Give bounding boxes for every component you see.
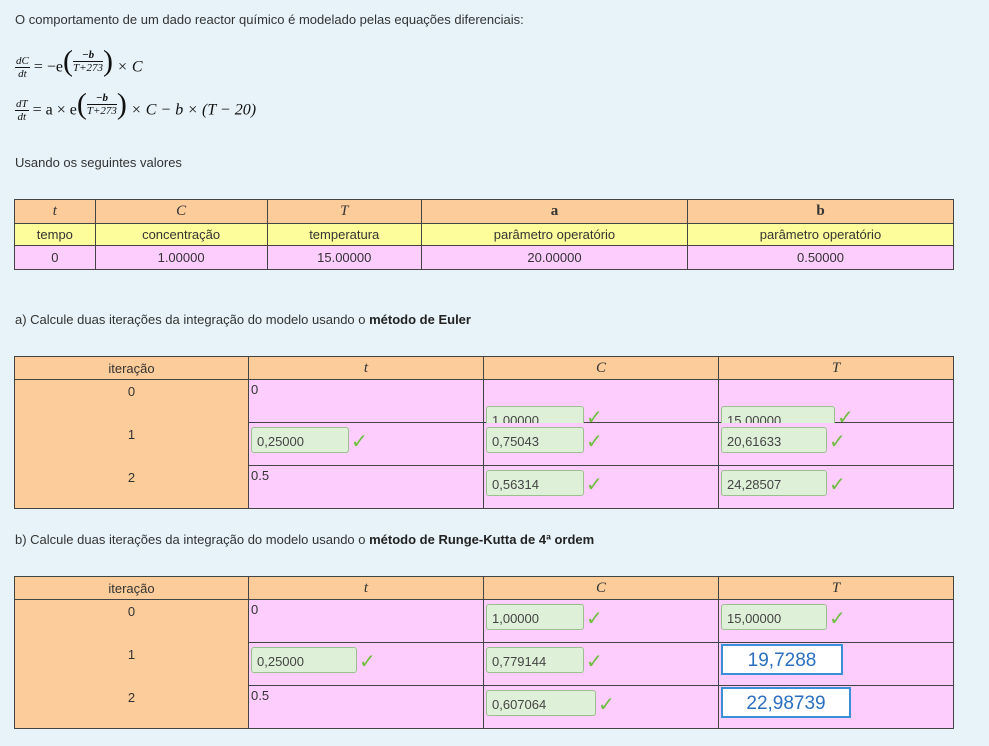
- equation-dc-dt: dC dt = −e(−b T+273) × C: [15, 45, 143, 80]
- iteration-header: iteração: [14, 576, 249, 600]
- param-value: 20.00000: [420, 245, 688, 270]
- T-answer-input[interactable]: 15,00000: [721, 604, 827, 630]
- check-icon: ✓: [829, 431, 846, 453]
- t-answer-input[interactable]: 0,25000: [251, 427, 349, 453]
- iteration-number: 0: [14, 379, 249, 423]
- param-value: 0: [14, 245, 96, 270]
- part-a-prompt: a) Calcule duas iterações da integração …: [15, 312, 471, 327]
- T-cell: 19,7288: [718, 642, 954, 686]
- c-header: C: [483, 576, 719, 600]
- iteration-number: 1: [14, 642, 249, 686]
- t-cell: 0.5: [248, 465, 484, 509]
- c-answer-input[interactable]: 0,75043: [486, 427, 584, 453]
- c-answer-input[interactable]: 0,607064: [486, 690, 596, 716]
- param-symbol: a: [420, 199, 688, 224]
- check-icon: ✓: [586, 474, 603, 496]
- param-name: tempo: [14, 223, 96, 246]
- t-cell: 0,25000 ✓: [248, 642, 484, 686]
- param-value: 15.00000: [266, 245, 422, 270]
- iteration-number: 0: [14, 599, 249, 643]
- T-header: T: [718, 576, 954, 600]
- iteration-header: iteração: [14, 356, 249, 380]
- T-cell: 15,00000 ✓: [718, 379, 954, 432]
- equation-dt-dt: dT dt = a × e(−b T+273) × C − b × (T − 20): [15, 88, 257, 123]
- param-value: 1.00000: [94, 245, 268, 270]
- param-symbol: C: [94, 199, 268, 224]
- check-icon: ✓: [598, 694, 615, 716]
- T-header: T: [718, 356, 954, 380]
- param-symbol: b: [686, 199, 955, 224]
- t-cell: 0.5: [248, 685, 484, 729]
- iteration-number: 2: [14, 685, 249, 729]
- c-answer-input[interactable]: 0,56314: [486, 470, 584, 496]
- param-name: temperatura: [266, 223, 422, 246]
- T-cell: 20,61633 ✓: [718, 422, 954, 466]
- param-name: parâmetro operatório: [420, 223, 688, 246]
- iteration-number: 2: [14, 465, 249, 509]
- param-name: parâmetro operatório: [686, 223, 955, 246]
- t-cell: 0,25000 ✓: [248, 422, 484, 466]
- T-answer-input[interactable]: 20,61633: [721, 427, 827, 453]
- check-icon: ✓: [586, 651, 603, 673]
- param-symbol: T: [266, 199, 422, 224]
- part-b-prompt: b) Calcule duas iterações da integração …: [15, 532, 595, 547]
- check-icon: ✓: [586, 608, 603, 630]
- c-cell: 1,00000 ✓: [483, 599, 719, 643]
- c-cell: 1,00000 ✓: [483, 379, 719, 432]
- T-cell: 24,28507 ✓: [718, 465, 954, 509]
- param-name: concentração: [94, 223, 268, 246]
- rk4-table: iteração t C T 0 0 1,00000 ✓ 15,00000 ✓ 1 …: [14, 576, 954, 729]
- c-answer-input[interactable]: 1,00000: [486, 604, 584, 630]
- T-answer-input[interactable]: 19,7288: [721, 644, 843, 675]
- check-icon: ✓: [829, 608, 846, 630]
- question-page: O comportamento de um dado reactor quími…: [0, 0, 989, 746]
- param-value: 0.50000: [686, 245, 955, 270]
- c-header: C: [483, 356, 719, 380]
- t-header: t: [248, 356, 484, 380]
- intro-text: O comportamento de um dado reactor quími…: [15, 12, 524, 27]
- parameters-table: t C T a b tempo concentração temperatura…: [14, 199, 955, 270]
- check-icon: ✓: [829, 474, 846, 496]
- T-answer-input[interactable]: 24,28507: [721, 470, 827, 496]
- c-answer-input[interactable]: 0,779144: [486, 647, 584, 673]
- iteration-number: 1: [14, 422, 249, 466]
- t-header: t: [248, 576, 484, 600]
- c-cell: 0,56314 ✓: [483, 465, 719, 509]
- check-icon: ✓: [359, 651, 376, 673]
- T-answer-input[interactable]: 22,98739: [721, 687, 851, 718]
- c-cell: 0,779144 ✓: [483, 642, 719, 686]
- t-cell: 0: [248, 599, 484, 643]
- t-answer-input[interactable]: 0,25000: [251, 647, 357, 673]
- T-cell: 22,98739: [718, 685, 954, 729]
- t-cell: 0: [248, 379, 484, 423]
- using-values-text: Usando os seguintes valores: [15, 155, 182, 170]
- c-cell: 0,75043 ✓: [483, 422, 719, 466]
- euler-table: iteração t C T 0 0 1,00000 ✓ 15,00000 ✓ 1 …: [14, 356, 954, 509]
- check-icon: ✓: [351, 431, 368, 453]
- T-cell: 15,00000 ✓: [718, 599, 954, 643]
- c-cell: 0,607064 ✓: [483, 685, 719, 729]
- check-icon: ✓: [586, 431, 603, 453]
- param-symbol: t: [14, 199, 96, 224]
